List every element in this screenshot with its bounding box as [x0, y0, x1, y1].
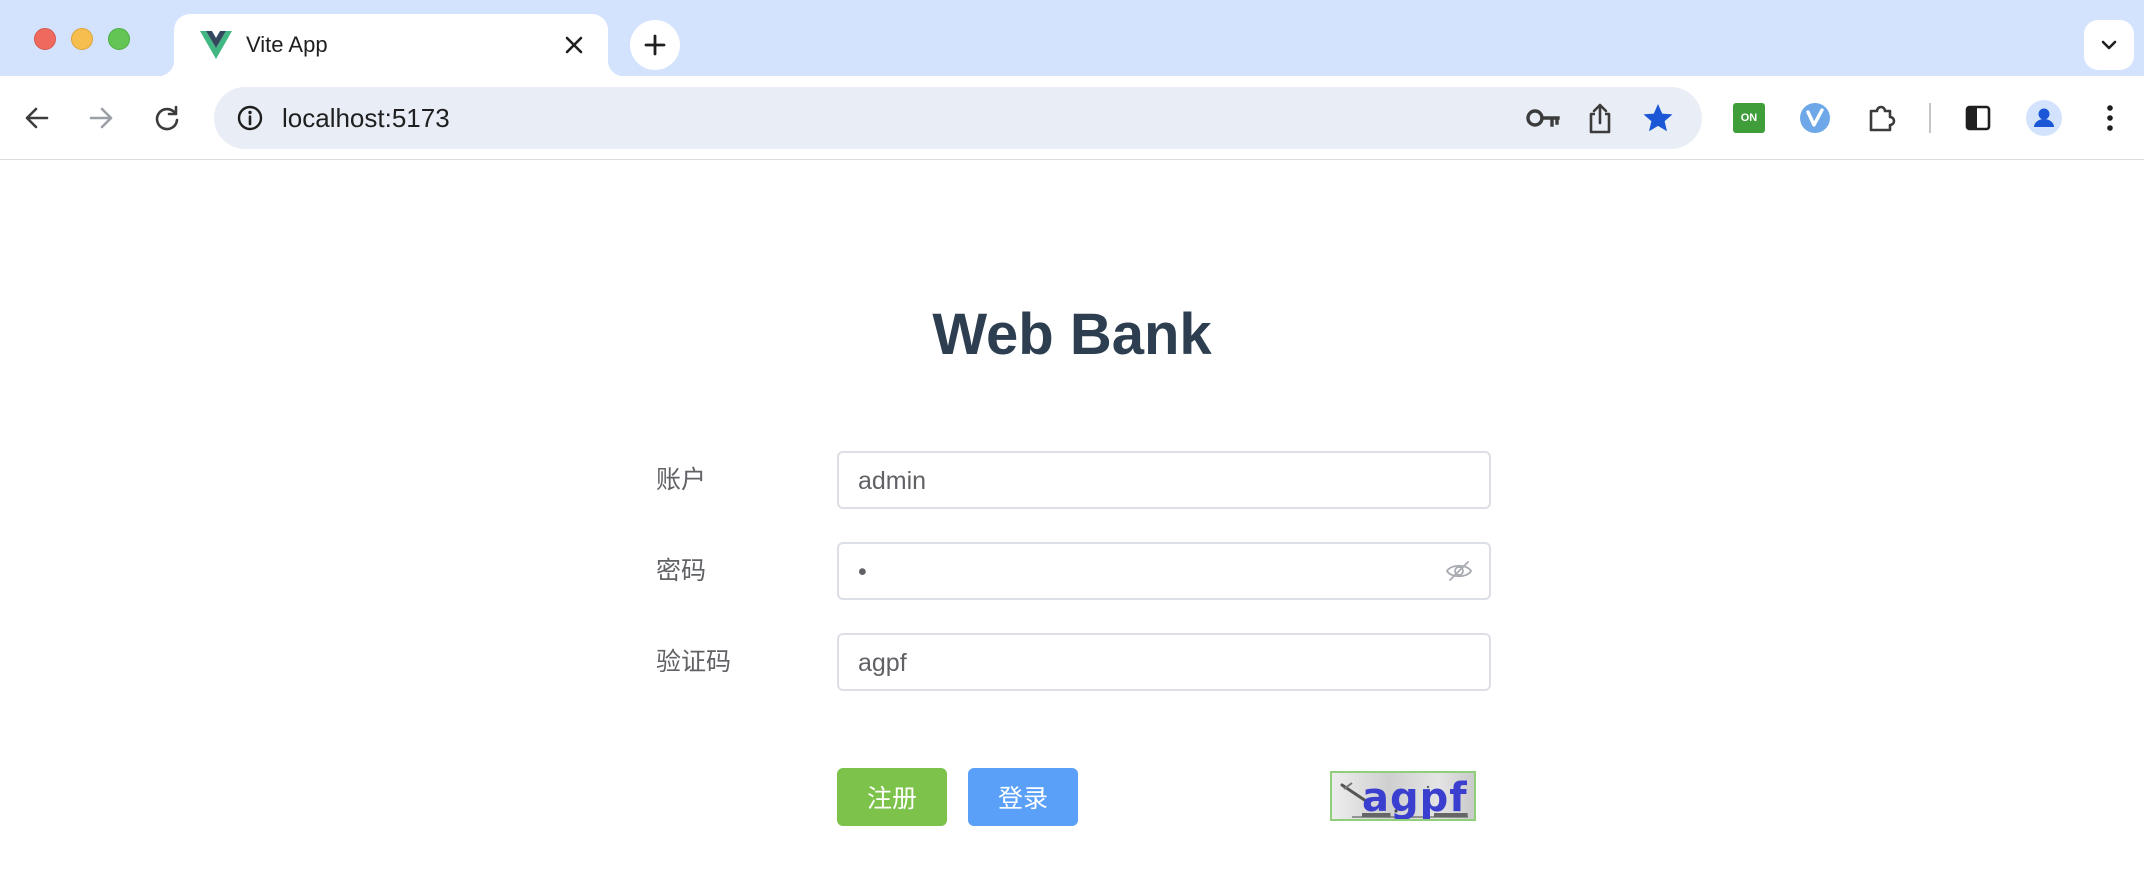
info-icon[interactable] — [230, 98, 270, 138]
toolbar-divider — [1929, 103, 1931, 133]
tab-strip: Vite App — [0, 0, 2144, 76]
extension-v-icon[interactable] — [1793, 96, 1837, 140]
captcha-image[interactable]: agpf — [1330, 771, 1476, 821]
bookmark-star-icon[interactable] — [1638, 98, 1678, 138]
extension-on-icon[interactable]: ON — [1727, 96, 1771, 140]
browser-toolbar: localhost:5173 ON — [0, 76, 2144, 160]
password-input[interactable]: • — [837, 542, 1491, 600]
vue-logo-icon — [200, 31, 232, 59]
menu-kebab-icon[interactable] — [2088, 96, 2132, 140]
chevron-down-icon — [2101, 40, 2117, 50]
window-close-button[interactable] — [34, 28, 56, 50]
tab-close-icon[interactable] — [560, 31, 588, 59]
arrow-left-icon — [25, 107, 49, 129]
back-button[interactable] — [13, 94, 61, 142]
register-button[interactable]: 注册 — [837, 768, 947, 826]
password-label: 密码 — [656, 557, 707, 585]
window-zoom-button[interactable] — [108, 28, 130, 50]
password-input-value: • — [858, 558, 867, 586]
account-label: 账户 — [656, 466, 707, 494]
account-input-value: admin — [858, 467, 927, 495]
puzzle-extensions-icon[interactable] — [1860, 96, 1904, 140]
url-text[interactable]: localhost:5173 — [282, 103, 450, 133]
tab-title: Vite App — [246, 32, 328, 57]
extension-on-label: ON — [1740, 112, 1758, 124]
page-title: Web Bank — [932, 302, 1212, 367]
window-minimize-button[interactable] — [71, 28, 93, 50]
browser-tab-active[interactable]: Vite App — [158, 14, 624, 76]
forward-button[interactable] — [77, 94, 125, 142]
captcha-label: 验证码 — [656, 648, 732, 676]
new-tab-button[interactable] — [630, 20, 680, 70]
share-icon[interactable] — [1580, 98, 1620, 138]
address-bar[interactable]: localhost:5173 — [214, 87, 1702, 149]
captcha-image-text: agpf — [1362, 775, 1468, 821]
reload-button[interactable] — [143, 94, 191, 142]
tab-search-button[interactable] — [2084, 20, 2134, 70]
arrow-right-icon — [89, 107, 113, 129]
reload-icon — [155, 105, 179, 131]
captcha-input[interactable]: agpf — [837, 633, 1491, 691]
account-input[interactable]: admin — [837, 451, 1491, 509]
side-panel-icon[interactable] — [1956, 96, 2000, 140]
plus-icon — [644, 34, 666, 56]
password-key-icon[interactable] — [1523, 98, 1563, 138]
captcha-input-value: agpf — [858, 649, 907, 677]
eye-hidden-icon[interactable] — [1445, 559, 1473, 583]
login-button[interactable]: 登录 — [968, 768, 1078, 826]
profile-avatar-icon[interactable] — [2022, 96, 2066, 140]
